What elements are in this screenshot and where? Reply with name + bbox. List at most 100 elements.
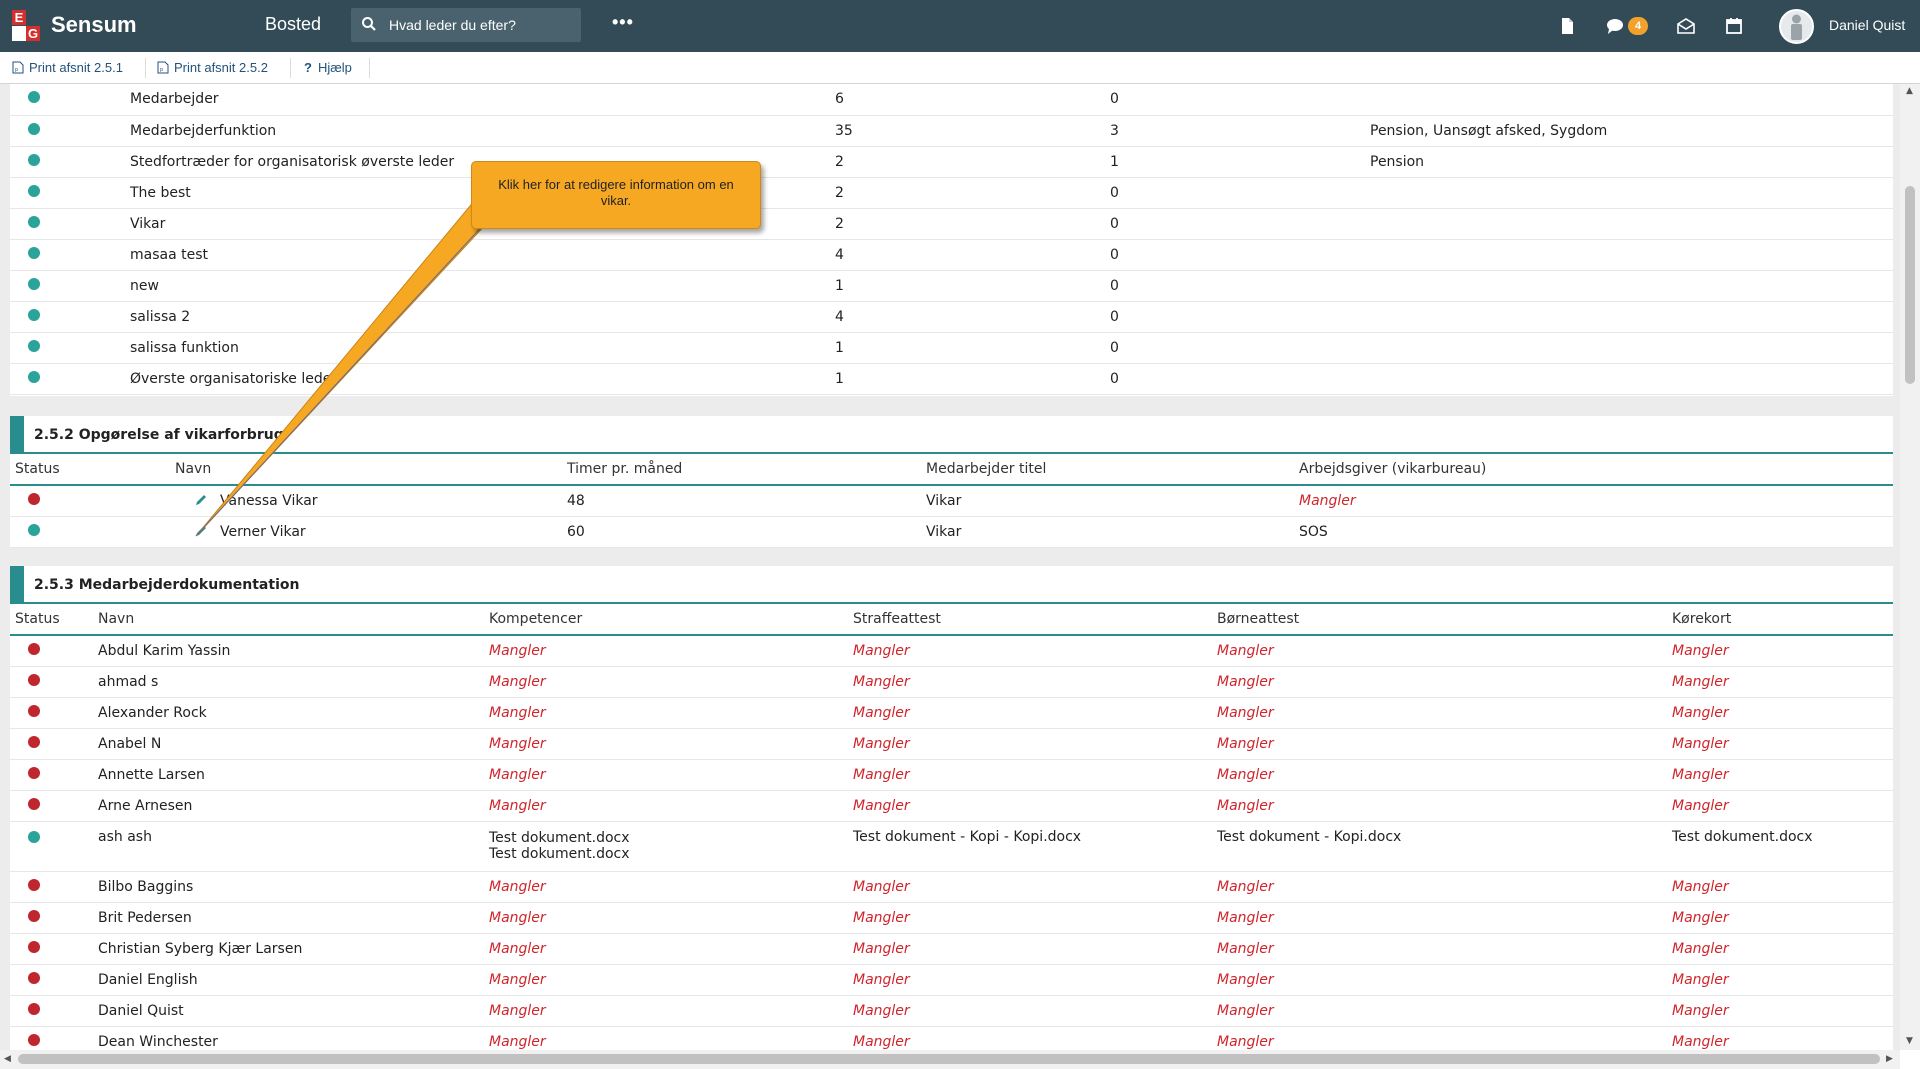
employee-count: 2	[830, 146, 1105, 178]
status-cell	[10, 666, 93, 698]
horizontal-scroll-thumb[interactable]	[18, 1054, 1880, 1064]
function-name: masaa test	[125, 239, 830, 271]
column-header[interactable]: Kørekort	[1667, 604, 1893, 636]
criminal-record-cell: Mangler	[848, 871, 1212, 903]
competencies-cell: Mangler	[484, 933, 848, 965]
temp-name: Vanessa Vikar	[220, 492, 318, 509]
horizontal-scrollbar[interactable]: ◀ ▶	[0, 1050, 1900, 1069]
drivers-license-cell: Mangler	[1667, 871, 1893, 903]
scroll-down-icon[interactable]: ▼	[1906, 1036, 1913, 1046]
help-callout[interactable]: Klik her for at redigere information om …	[471, 161, 761, 229]
child-certificate-cell: Mangler	[1212, 964, 1667, 996]
status-cell	[10, 208, 125, 240]
help-label: Hjælp	[317, 60, 352, 75]
module-name[interactable]: Bosted	[265, 14, 321, 35]
brand-name[interactable]: Sensum	[51, 12, 137, 38]
document-link[interactable]: Test dokument.docx	[489, 846, 843, 862]
hours-per-month: 48	[562, 485, 921, 517]
table-row: The best 2 0	[10, 177, 1893, 209]
table-row: Verner Vikar 60 Vikar SOS	[10, 516, 1893, 548]
print-252-button[interactable]: p Print afsnit 2.5.2	[157, 60, 268, 75]
column-header[interactable]: Status	[10, 604, 93, 636]
top-bar: EG Sensum Bosted ••• 4 Daniel Quist	[0, 0, 1920, 52]
scroll-left-icon[interactable]: ◀	[4, 1054, 11, 1064]
table-row: Anabel N Mangler Mangler Mangler Mangler	[10, 728, 1893, 760]
child-certificate-cell: Mangler	[1212, 635, 1667, 667]
search-box[interactable]	[351, 8, 581, 42]
calendar-icon[interactable]	[1724, 16, 1744, 36]
leave-reasons: Pension	[1365, 146, 1893, 178]
document-link[interactable]: Test dokument.docx	[489, 830, 843, 846]
status-cell	[10, 790, 93, 822]
status-dot-icon	[28, 797, 40, 810]
status-cell	[10, 871, 93, 903]
competencies-cell: Mangler	[484, 759, 848, 791]
drivers-license-cell: Mangler	[1667, 790, 1893, 822]
table-row: salissa 240	[10, 301, 1893, 333]
status-cell	[10, 933, 93, 965]
section-251-panel: Medarbejder 6 0 Medarbejderfunktion 35 3 Pensi…	[10, 84, 1893, 396]
column-header[interactable]: Straffeattest	[848, 604, 1212, 636]
status-dot-icon	[28, 673, 40, 686]
scroll-up-icon[interactable]: ▲	[1906, 86, 1913, 96]
user-name[interactable]: Daniel Quist	[1829, 17, 1905, 33]
eg-logo[interactable]: EG	[12, 10, 42, 42]
column-header[interactable]: Medarbejder titel	[921, 454, 1294, 486]
status-dot-icon	[28, 308, 40, 321]
column-header[interactable]: Kompetencer	[484, 604, 848, 636]
status-cell	[10, 485, 170, 517]
employee-title: Vikar	[921, 516, 1294, 548]
column-header[interactable]: Timer pr. måned	[562, 454, 921, 486]
action-toolbar: p Print afsnit 2.5.1 p Print afsnit 2.5.2 …	[0, 52, 1920, 84]
drivers-license-cell: Test dokument.docx	[1667, 821, 1893, 872]
criminal-record-cell: Mangler	[848, 759, 1212, 791]
child-certificate-cell: Test dokument - Kopi.docx	[1212, 821, 1667, 872]
status-cell	[10, 146, 125, 178]
drivers-license-cell: Mangler	[1667, 995, 1893, 1027]
svg-text:p: p	[160, 67, 163, 73]
help-button[interactable]: ? Hjælp	[304, 60, 352, 75]
drivers-license-cell: Mangler	[1667, 697, 1893, 729]
column-header[interactable]: Navn	[170, 454, 562, 486]
column-header[interactable]: Navn	[93, 604, 484, 636]
criminal-record-cell: Mangler	[848, 697, 1212, 729]
document-icon[interactable]	[1557, 16, 1577, 36]
edit-pencil-icon[interactable]	[194, 493, 208, 507]
drivers-license-cell: Mangler	[1667, 902, 1893, 934]
employee-name: Daniel English	[93, 964, 484, 996]
print-251-button[interactable]: p Print afsnit 2.5.1	[12, 60, 123, 75]
section-253-table: Status Navn Kompetencer Straffeattest Børnea…	[10, 604, 1893, 1050]
status-cell	[10, 1026, 93, 1050]
column-header[interactable]: Børneattest	[1212, 604, 1667, 636]
table-row: Christian Syberg Kjær Larsen Mangler Mangl…	[10, 933, 1893, 965]
pdf-icon: p	[12, 61, 24, 74]
user-avatar[interactable]	[1779, 9, 1814, 44]
function-name: salissa funktion	[125, 332, 830, 364]
status-cell	[10, 270, 125, 302]
vertical-scroll-thumb[interactable]	[1905, 186, 1915, 384]
messages-count-badge: 4	[1628, 17, 1648, 35]
status-dot-icon	[28, 830, 40, 843]
employee-name: Daniel Quist	[93, 995, 484, 1027]
search-input[interactable]	[389, 15, 569, 35]
employee-name: Arne Arnesen	[93, 790, 484, 822]
section-252-panel: 2.5.2 Opgørelse af vikarforbrug Status Na…	[10, 416, 1893, 548]
child-certificate-cell: Mangler	[1212, 666, 1667, 698]
more-menu-button[interactable]: •••	[612, 12, 634, 33]
status-cell	[10, 635, 93, 667]
mail-icon[interactable]	[1676, 16, 1696, 36]
column-header[interactable]: Arbejdsgiver (vikarbureau)	[1294, 454, 1893, 486]
scroll-right-icon[interactable]: ▶	[1886, 1054, 1893, 1064]
chat-icon[interactable]	[1605, 16, 1625, 36]
function-name: Medarbejderfunktion	[125, 115, 830, 147]
leave-reasons: Pension, Uansøgt afsked, Sygdom	[1365, 115, 1893, 147]
section-251-table: Medarbejder 6 0 Medarbejderfunktion 35 3 Pensi…	[10, 84, 1893, 395]
child-certificate-cell: Mangler	[1212, 871, 1667, 903]
question-icon: ?	[304, 60, 312, 75]
employee-name: Annette Larsen	[93, 759, 484, 791]
edit-pencil-icon[interactable]	[194, 524, 208, 538]
competencies-cell: Mangler	[484, 871, 848, 903]
column-header[interactable]: Status	[10, 454, 170, 486]
status-cell	[10, 301, 125, 333]
vertical-scrollbar[interactable]: ▲ ▼	[1900, 84, 1920, 1050]
